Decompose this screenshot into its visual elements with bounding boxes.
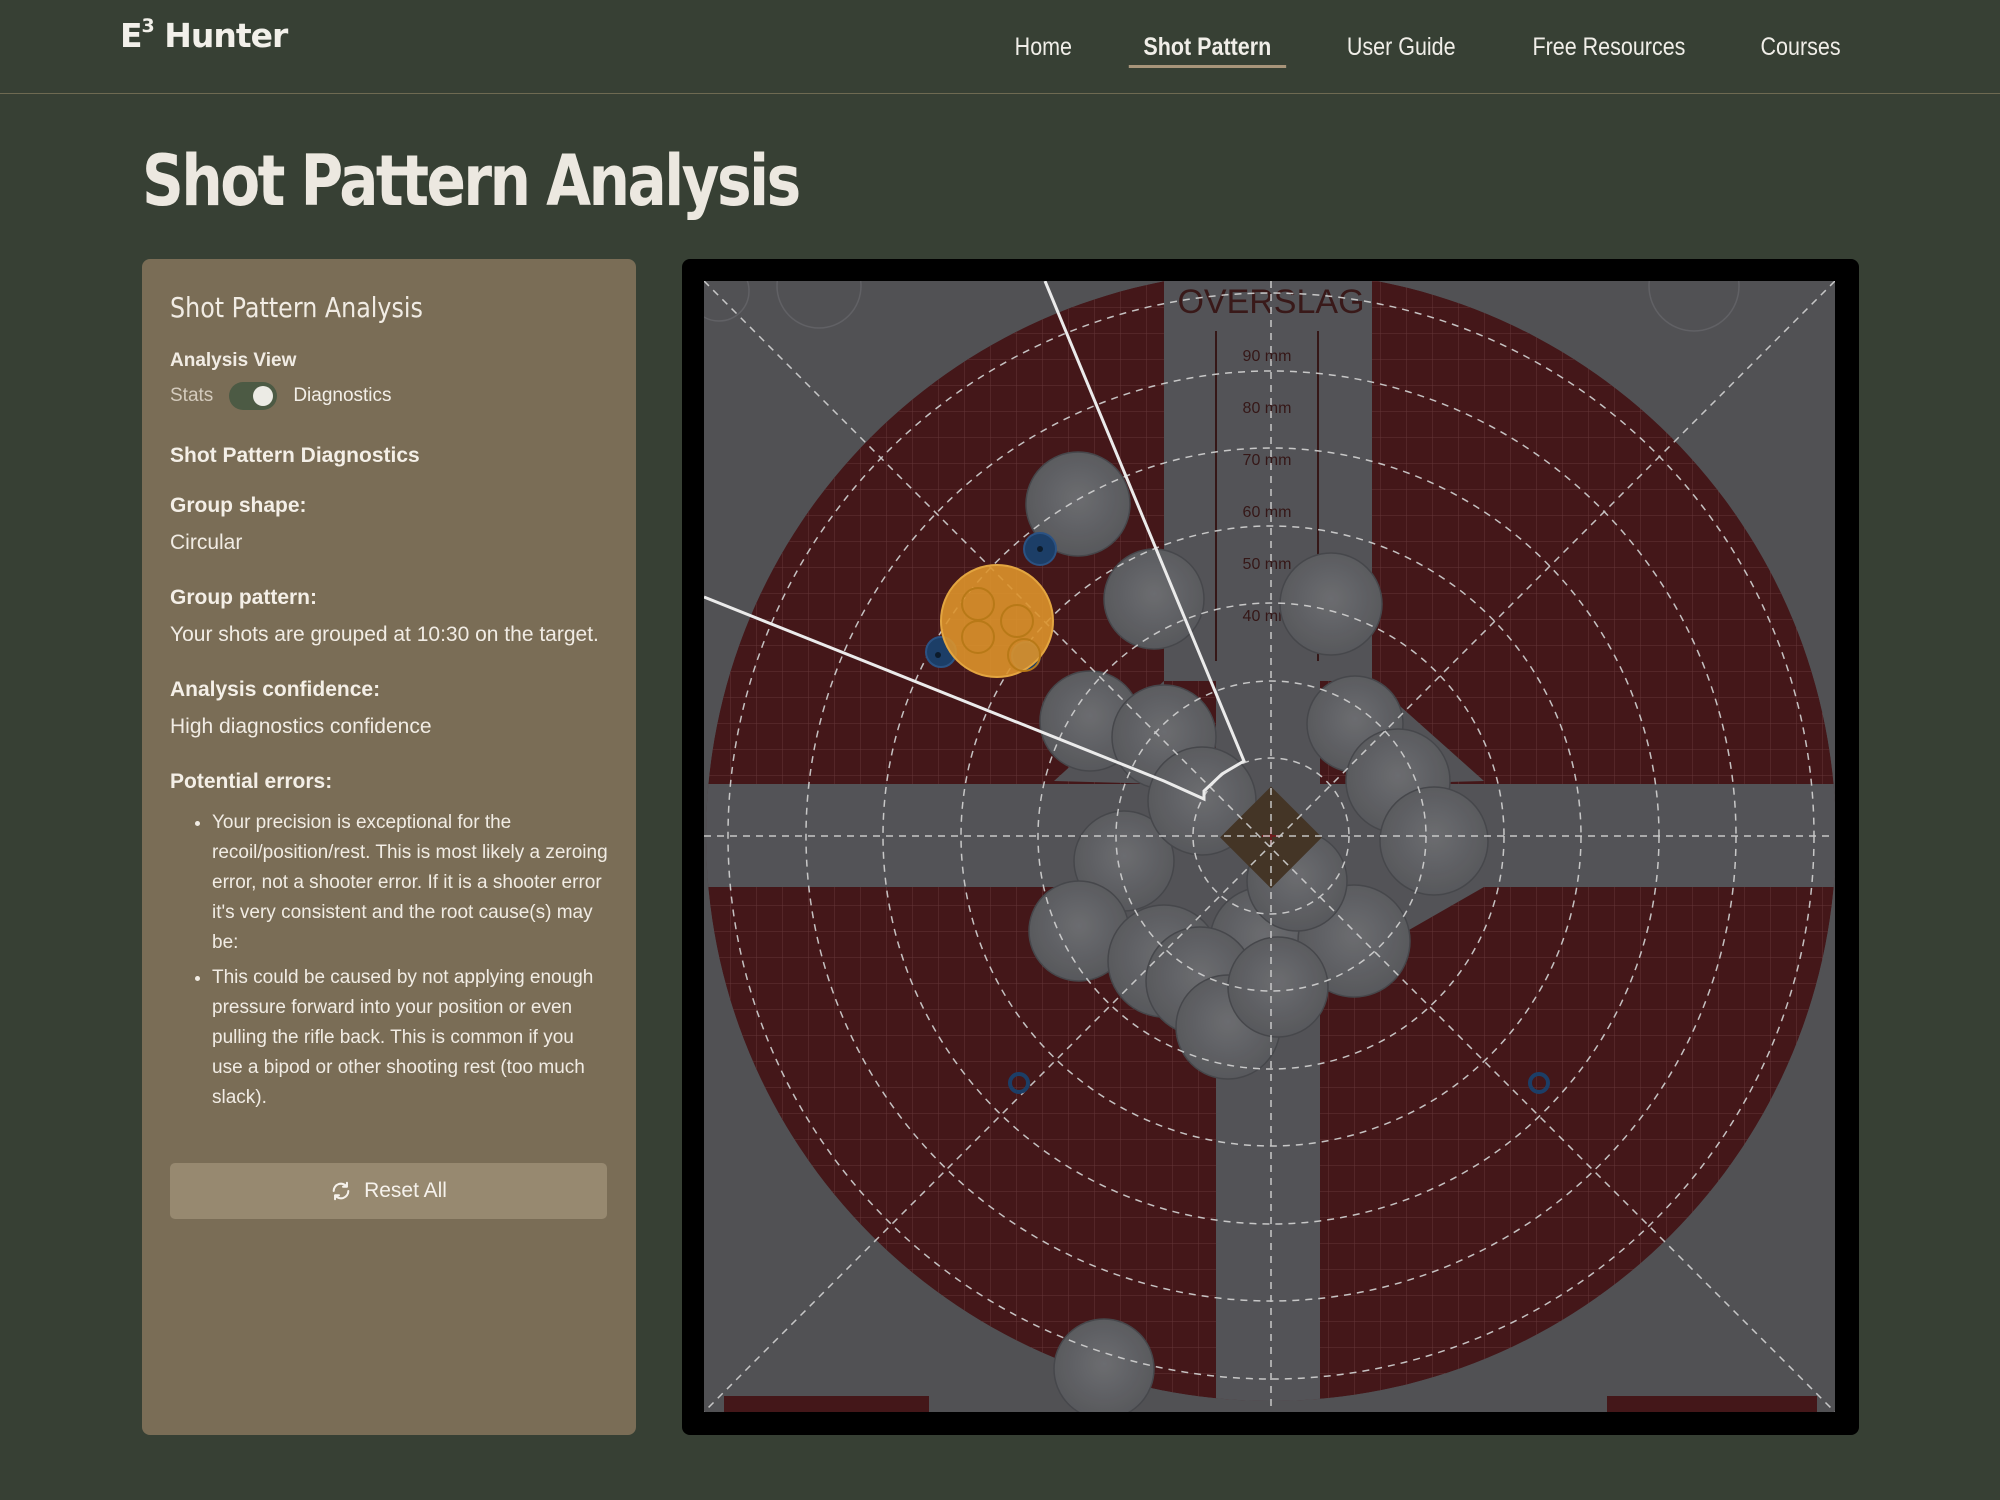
group-pattern-label: Group pattern: <box>170 586 317 609</box>
page-title: Shot Pattern Analysis <box>142 140 801 222</box>
group-pattern: Group pattern: Your shots are grouped at… <box>170 586 608 652</box>
toggle-stats-label[interactable]: Stats <box>170 385 213 407</box>
nav-links: Home Shot Pattern User Guide Free Resour… <box>971 0 1864 94</box>
nav-user-guide[interactable]: User Guide <box>1332 0 1470 94</box>
nav-home[interactable]: Home <box>1000 0 1087 94</box>
analysis-view-toggle-row: Stats Diagnostics <box>170 382 608 410</box>
group-shape: Group shape: Circular <box>170 494 608 560</box>
refresh-icon <box>330 1180 352 1202</box>
group-pattern-value: Your shots are grouped at 10:30 on the t… <box>170 623 599 646</box>
reset-all-button[interactable]: Reset All <box>170 1163 607 1219</box>
errors-list: Your precision is exceptional for the re… <box>170 808 608 1113</box>
target-image[interactable]: OVERSLAG 90 mm 80 mm 70 mm 60 mm 50 mm 4… <box>704 281 1835 1412</box>
target-viewer[interactable]: OVERSLAG 90 mm 80 mm 70 mm 60 mm 50 mm 4… <box>682 259 1859 1435</box>
nav-shot-pattern[interactable]: Shot Pattern <box>1128 0 1286 94</box>
group-shape-value: Circular <box>170 531 243 554</box>
analysis-view-toggle[interactable] <box>229 382 278 410</box>
nav-free-resources[interactable]: Free Resources <box>1518 0 1700 94</box>
toggle-diagnostics-label[interactable]: Diagnostics <box>293 385 391 407</box>
toggle-knob <box>253 386 274 406</box>
reset-all-label: Reset All <box>364 1179 447 1202</box>
viewer-overlay <box>704 281 1835 1412</box>
potential-errors: Potential errors: Your precision is exce… <box>170 770 608 1113</box>
analysis-view-label: Analysis View <box>170 350 297 371</box>
confidence-label: Analysis confidence: <box>170 678 381 701</box>
panel-title: Shot Pattern Analysis <box>170 291 423 324</box>
nav-courses[interactable]: Courses <box>1746 0 1855 94</box>
confidence-value: High diagnostics confidence <box>170 715 432 738</box>
brand-logo[interactable]: E3 Hunter <box>120 15 288 55</box>
group-shape-label: Group shape: <box>170 494 307 517</box>
errors-label: Potential errors: <box>170 770 333 793</box>
diagnostics-heading: Shot Pattern Diagnostics <box>170 444 420 467</box>
analysis-confidence: Analysis confidence: High diagnostics co… <box>170 678 608 744</box>
top-nav: E3 Hunter Home Shot Pattern User Guide F… <box>0 0 2000 94</box>
error-item: Your precision is exceptional for the re… <box>212 808 608 958</box>
analysis-panel: Shot Pattern Analysis Analysis View Stat… <box>142 259 636 1435</box>
error-item: This could be caused by not applying eno… <box>212 963 608 1113</box>
